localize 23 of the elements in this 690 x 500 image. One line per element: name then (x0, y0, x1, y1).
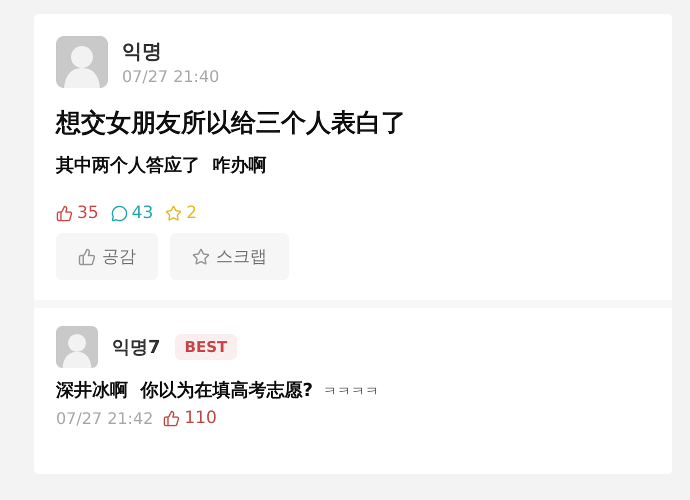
thumbs-up-icon (163, 410, 180, 426)
laugh-text: ㅋㅋㅋㅋ (322, 383, 379, 401)
comment-icon (110, 204, 128, 222)
like-button[interactable]: 공감 (56, 233, 158, 280)
like-count: 35 (77, 203, 99, 223)
avatar-icon (56, 36, 108, 88)
scrap-button[interactable]: 스크랩 (170, 233, 289, 280)
comment-like-count: 110 (184, 408, 217, 428)
scrap-count: 2 (186, 203, 198, 223)
comment-time: 07/27 21:42 (56, 408, 154, 428)
comment-text: 深井冰啊 你以为在填高考志愿? (56, 379, 313, 402)
star-icon (192, 248, 210, 266)
post-title: 想交女朋友所以给三个人表白了 (56, 107, 407, 139)
best-badge: BEST (174, 334, 238, 360)
thumbs-up-icon (56, 204, 73, 222)
author-name: 익명 (122, 38, 163, 65)
comment-author: 익명7 (112, 336, 161, 359)
avatar-icon (56, 326, 98, 368)
post-time: 07/27 21:40 (122, 67, 220, 86)
thumbs-up-icon (78, 248, 96, 266)
post-body: 其中两个人答应了 咋办啊 (56, 154, 268, 177)
comment-count: 43 (132, 203, 154, 223)
star-icon (165, 204, 182, 222)
